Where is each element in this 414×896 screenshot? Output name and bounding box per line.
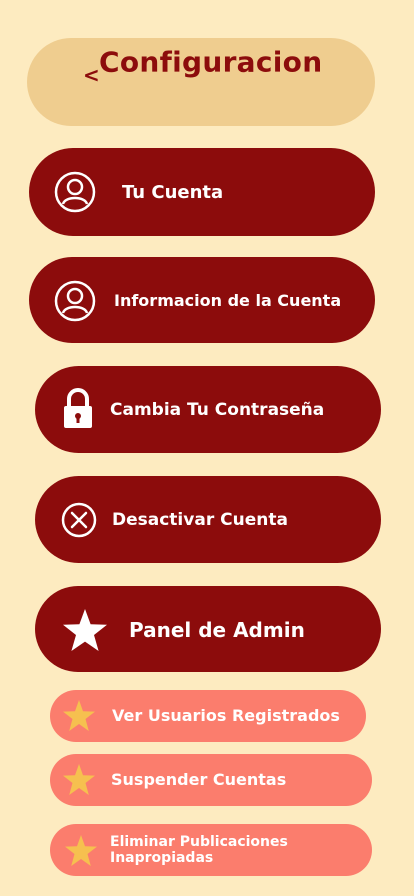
- ver-usuarios-button[interactable]: Ver Usuarios Registrados: [50, 690, 366, 742]
- settings-screen: < Configuracion Tu Cuenta Informacion de…: [0, 0, 414, 896]
- close-circle-icon: [60, 501, 98, 539]
- suspender-cuentas-button[interactable]: Suspender Cuentas: [50, 754, 372, 806]
- user-icon: [53, 170, 97, 214]
- eliminar-publicaciones-label-line1: Eliminar Publicaciones: [110, 834, 288, 850]
- back-button[interactable]: <: [83, 65, 100, 85]
- tu-cuenta-button[interactable]: Tu Cuenta: [29, 148, 375, 236]
- panel-admin-button[interactable]: Panel de Admin: [35, 586, 381, 672]
- ver-usuarios-label: Ver Usuarios Registrados: [112, 706, 340, 725]
- star-icon: [61, 607, 109, 653]
- tu-cuenta-label: Tu Cuenta: [122, 182, 224, 203]
- cambiar-contrasena-button[interactable]: Cambia Tu Contraseña: [35, 366, 381, 453]
- informacion-cuenta-label: Informacion de la Cuenta: [114, 291, 342, 310]
- desactivar-cuenta-label: Desactivar Cuenta: [112, 510, 288, 530]
- desactivar-cuenta-button[interactable]: Desactivar Cuenta: [35, 476, 381, 563]
- informacion-cuenta-button[interactable]: Informacion de la Cuenta: [29, 257, 375, 343]
- star-icon: [62, 699, 96, 733]
- eliminar-publicaciones-button[interactable]: Eliminar Publicaciones Inapropiadas: [50, 824, 372, 876]
- page-title: Configuracion: [99, 45, 323, 79]
- eliminar-publicaciones-label-line2: Inapropiadas: [110, 850, 214, 866]
- panel-admin-label: Panel de Admin: [129, 618, 305, 642]
- suspender-cuentas-label: Suspender Cuentas: [111, 770, 287, 789]
- cambiar-contrasena-label: Cambia Tu Contraseña: [110, 400, 325, 420]
- star-icon: [64, 834, 98, 868]
- lock-icon: [61, 386, 95, 432]
- user-icon: [53, 279, 97, 323]
- star-icon: [62, 763, 96, 797]
